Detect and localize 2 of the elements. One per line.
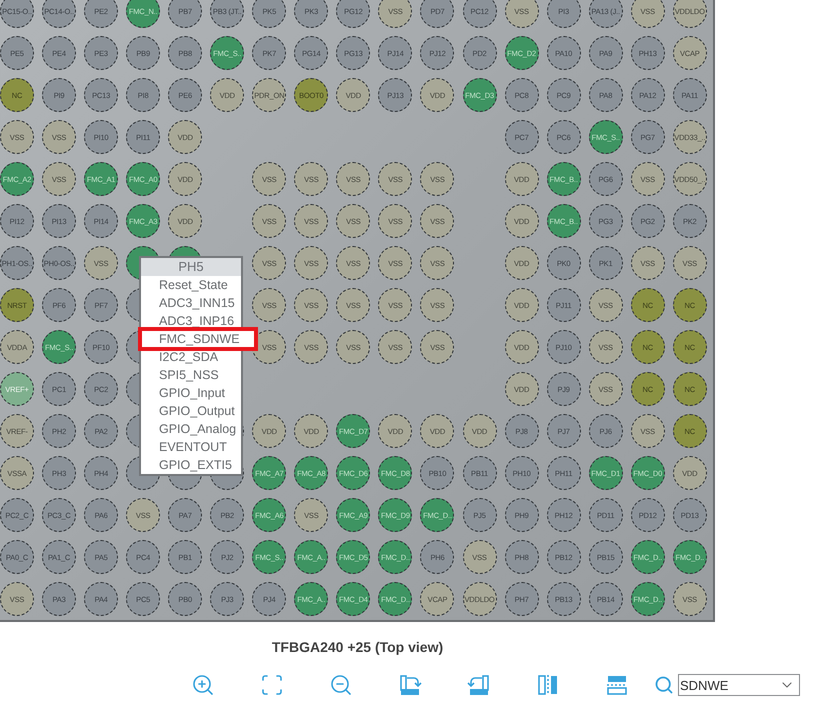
menu-title: PH5 [141,258,241,276]
package-title: TFBGA240 +25 (Top view) [270,639,444,655]
